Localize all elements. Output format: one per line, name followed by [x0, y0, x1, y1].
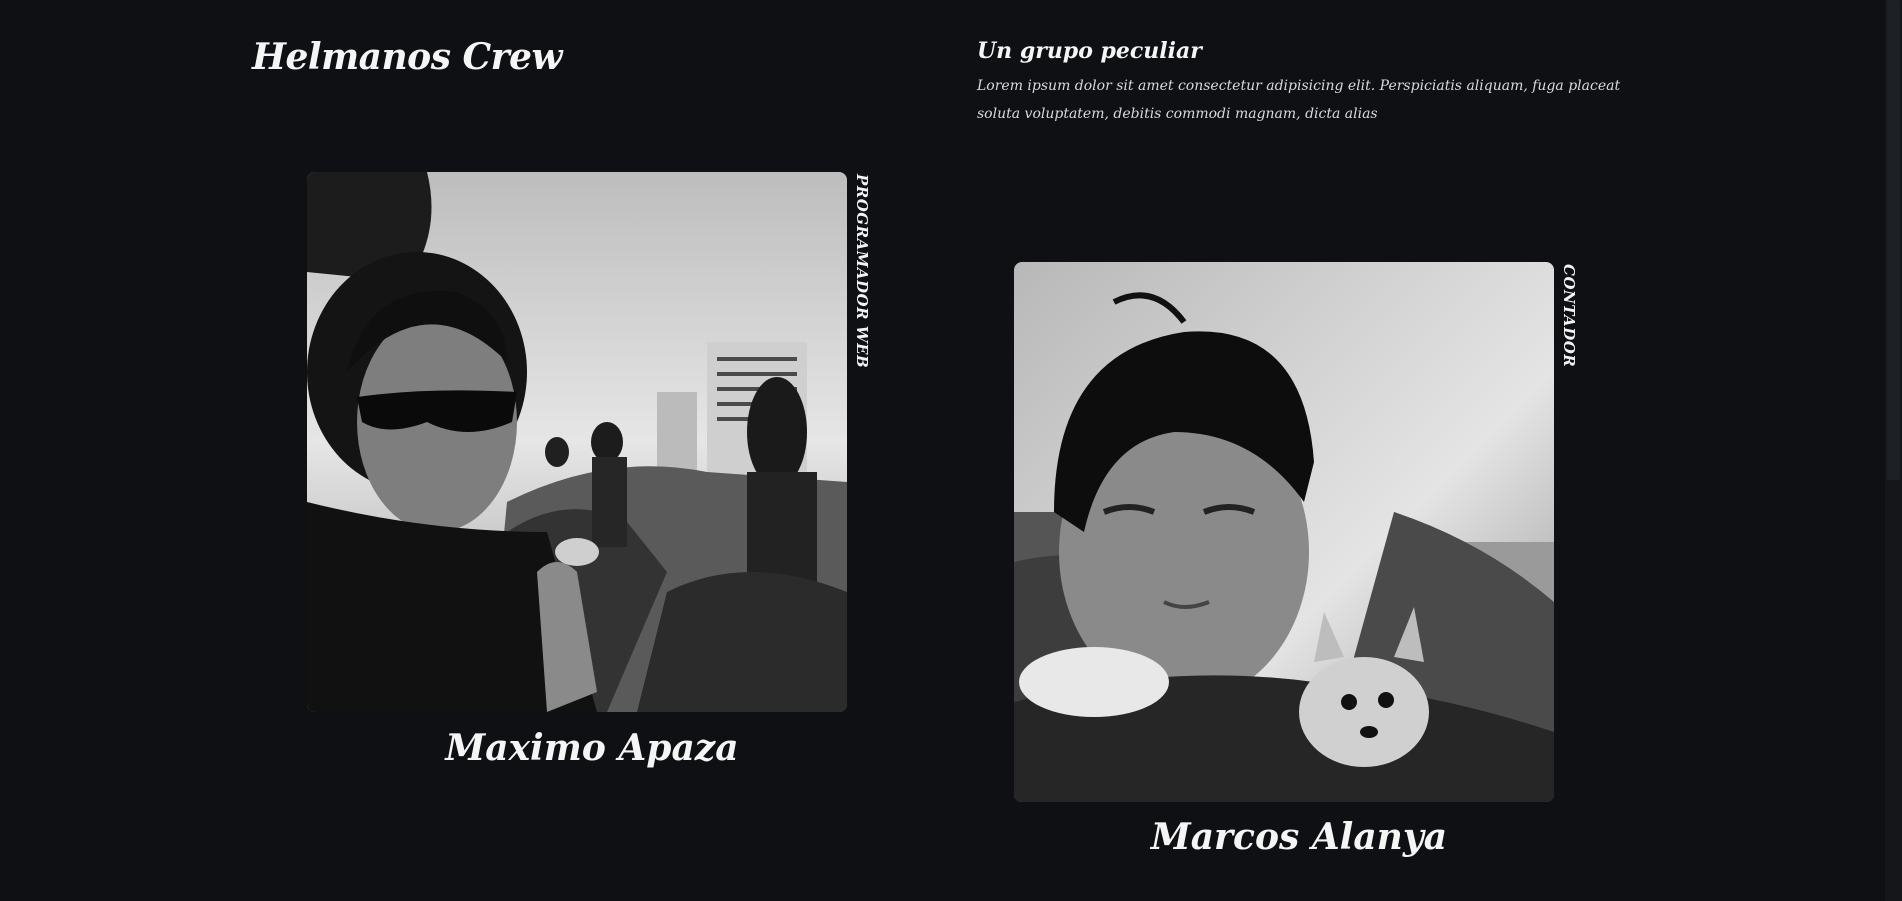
page: Helmanos Crew Un grupo peculiar Lorem ip… [0, 0, 1902, 901]
member-photo [1014, 262, 1554, 802]
brand-title: Helmanos Crew [252, 36, 563, 78]
scrollbar-thumb[interactable] [1887, 0, 1900, 480]
intro-text: Lorem ipsum dolor sit amet consectetur a… [977, 78, 1621, 122]
member-name: Marcos Alanya [1150, 816, 1448, 858]
member-role: CONTADOR [1560, 264, 1578, 368]
member-name: Maximo Apaza [445, 727, 739, 769]
member-photo-image [307, 172, 847, 712]
member-role: PROGRAMADOR WEB [853, 174, 871, 369]
intro-section: Un grupo peculiar Lorem ipsum dolor sit … [977, 38, 1637, 128]
member-photo-image [1014, 262, 1554, 802]
scrollbar[interactable] [1885, 0, 1902, 901]
intro-title: Un grupo peculiar [977, 38, 1202, 64]
member-photo [307, 172, 847, 712]
